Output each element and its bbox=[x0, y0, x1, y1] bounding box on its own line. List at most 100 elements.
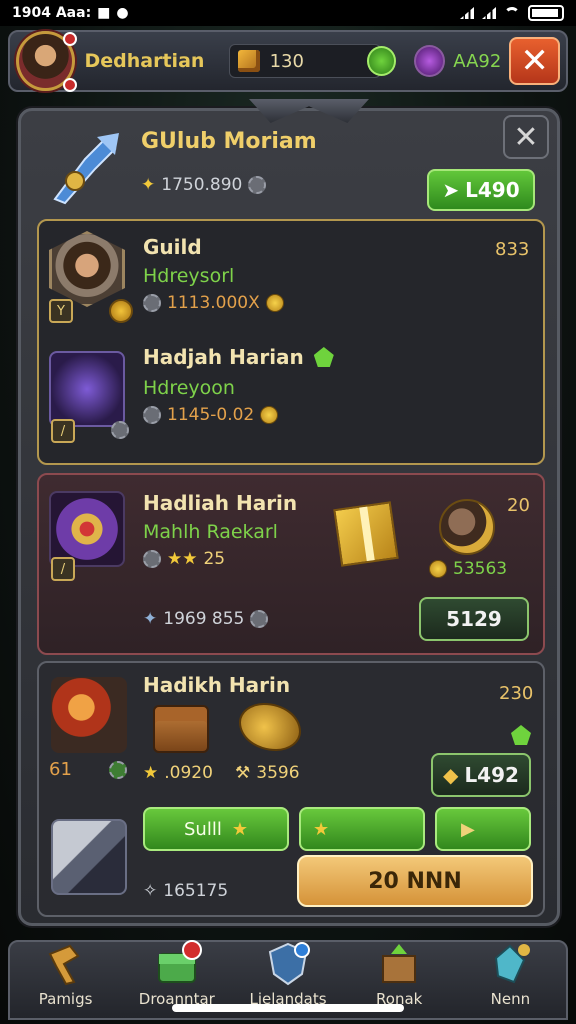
wifi-icon bbox=[504, 7, 520, 19]
gear-icon bbox=[250, 610, 269, 628]
star-icon: ✦ bbox=[141, 175, 156, 195]
status-time: 1904 Aaa: bbox=[12, 5, 92, 21]
panel-ornament bbox=[249, 99, 369, 123]
gear-icon bbox=[111, 421, 129, 439]
forge-stat-row: ✧ 165175 bbox=[143, 881, 228, 901]
header-stat: ✦ 1750.890 bbox=[141, 175, 267, 195]
close-button[interactable]: ✕ bbox=[509, 37, 560, 85]
forge-dark-button[interactable]: ◆ L492 bbox=[431, 753, 531, 797]
green-gem-icon bbox=[511, 725, 531, 745]
forge-star-value: .0920 bbox=[164, 763, 213, 783]
orb-portrait[interactable] bbox=[49, 491, 125, 567]
fire-weapon-portrait[interactable] bbox=[51, 677, 127, 753]
entry1-value-row: 1113.000X bbox=[143, 293, 284, 313]
gold-value: 130 bbox=[269, 50, 304, 72]
entry2-title: Hadjah Harian bbox=[143, 345, 304, 369]
event-stat-row: ✦ 1969 855 bbox=[143, 609, 269, 629]
star-icon: ★★ bbox=[167, 549, 198, 569]
header-stat-value: 1750.890 bbox=[161, 175, 243, 195]
notification-dot-icon bbox=[63, 32, 77, 46]
star-icon: ★ bbox=[231, 818, 248, 840]
event-title: Hadliah Harin bbox=[143, 491, 298, 515]
axe-portrait[interactable] bbox=[51, 819, 127, 895]
coin-icon bbox=[429, 560, 447, 578]
weapon-slot-icon: Y bbox=[49, 299, 73, 323]
gold-badge-icon bbox=[109, 299, 133, 323]
nav-label: Pamigs bbox=[38, 990, 93, 1008]
event-stars: 25 bbox=[203, 549, 226, 569]
event-button[interactable]: 5129 bbox=[419, 597, 529, 641]
gear-icon bbox=[143, 550, 161, 568]
player-name: Dedhartian bbox=[84, 50, 205, 72]
game-icon: ■ bbox=[97, 5, 111, 21]
forge-dark-label: L492 bbox=[464, 763, 519, 787]
coin-icon bbox=[260, 406, 279, 424]
arrow-icon: ◆ bbox=[443, 763, 459, 787]
gold-resource: 130 bbox=[228, 44, 381, 78]
header-buy-button[interactable]: ➤ L490 bbox=[427, 169, 535, 211]
trident-emblem-icon bbox=[53, 133, 119, 205]
gold-cube-icon bbox=[237, 50, 260, 72]
golden-horn-icon[interactable] bbox=[239, 703, 301, 751]
golden-orb-icon[interactable] bbox=[439, 499, 495, 555]
star-icon: ★ bbox=[143, 763, 159, 783]
rune-slot-icon: / bbox=[51, 557, 75, 581]
entry1-value: 1113.000X bbox=[167, 293, 260, 313]
chest-icon[interactable] bbox=[153, 705, 209, 753]
hammer-icon bbox=[48, 944, 80, 986]
sparkle-icon: ✧ bbox=[143, 881, 158, 901]
forge-card: 61 Hadikh Harin 230 ★ .0920 ⚒ 3596 ◆ L49… bbox=[37, 661, 545, 917]
blade-slot-icon: / bbox=[51, 419, 75, 443]
forge-level: 61 bbox=[49, 759, 72, 780]
notification-dot-icon bbox=[182, 940, 203, 960]
forge-right-number: 230 bbox=[499, 683, 534, 704]
guild-card: Y Guild Hdreysorl 1113.000X 833 / Hadjah… bbox=[37, 219, 545, 465]
sword-portrait[interactable] bbox=[49, 351, 125, 427]
nav-item-nenn[interactable]: Nenn bbox=[455, 942, 566, 1018]
shield-icon bbox=[268, 942, 310, 986]
green-gem-icon bbox=[313, 347, 334, 367]
gold-claim-button[interactable]: 20 NNN bbox=[297, 855, 533, 907]
forge-stat: 165175 bbox=[163, 881, 229, 901]
gem-value: AA92 bbox=[453, 50, 502, 72]
guild-action-label: Sulll bbox=[184, 818, 222, 840]
entry2-value: 1145-0.02 bbox=[167, 405, 255, 425]
header-button-label: L490 bbox=[465, 178, 520, 202]
home-indicator[interactable] bbox=[172, 1004, 404, 1012]
event-stars-row: ★★ 25 bbox=[143, 549, 225, 569]
gear-icon bbox=[143, 294, 161, 312]
arrow-icon: ➤ bbox=[442, 178, 460, 202]
forge-title: Hadikh Harin bbox=[143, 673, 291, 697]
gear-icon bbox=[109, 761, 127, 779]
guild-action-button[interactable]: Sulll ★ bbox=[143, 807, 289, 851]
tool-icon: ⚒ bbox=[235, 763, 251, 783]
main-panel: ✕ GUlub Moriam ✦ 1750.890 ➤ L490 Y Guild… bbox=[18, 99, 560, 926]
gift-box-icon[interactable] bbox=[333, 501, 399, 567]
event-right-number: 20 bbox=[507, 495, 530, 516]
entry2-subtitle: Hdreyoon bbox=[143, 377, 235, 399]
entry2-title-row: Hadjah Harian bbox=[143, 345, 334, 369]
star-action-button[interactable]: ★ bbox=[299, 807, 425, 851]
nav-label: Nenn bbox=[490, 990, 531, 1008]
gem-icon bbox=[414, 45, 446, 77]
top-bar: Dedhartian 130 AA92 ✕ bbox=[8, 30, 568, 92]
hero-portrait[interactable] bbox=[49, 231, 125, 307]
star-icon: ✦ bbox=[143, 609, 158, 629]
battery-icon bbox=[528, 5, 564, 21]
alert-dot-icon bbox=[63, 78, 77, 92]
entry2-value-row: 1145-0.02 bbox=[143, 405, 279, 425]
add-gold-button[interactable] bbox=[366, 46, 397, 76]
player-avatar[interactable] bbox=[16, 31, 77, 92]
status-bar: 1904 Aaa: ■ ● bbox=[0, 0, 576, 26]
dot-icon: ● bbox=[116, 5, 129, 21]
crystal-icon bbox=[495, 944, 531, 984]
entry1-right-number: 833 bbox=[495, 239, 530, 260]
nav-item-pamigs[interactable]: Pamigs bbox=[10, 942, 121, 1018]
play-icon: ▶ bbox=[461, 818, 475, 840]
map-icon bbox=[382, 944, 417, 983]
play-button[interactable]: ▶ bbox=[435, 807, 531, 851]
event-coin-value: 53563 bbox=[453, 559, 508, 579]
panel-title: GUlub Moriam bbox=[141, 129, 317, 154]
gear-icon bbox=[248, 176, 267, 194]
gear-icon bbox=[143, 406, 161, 424]
